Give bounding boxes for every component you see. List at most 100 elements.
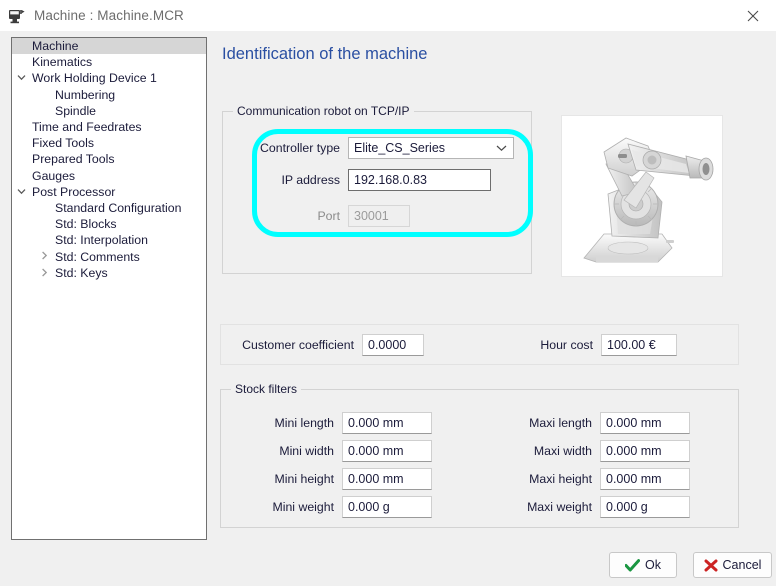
sidebar-item-label: Std: Keys bbox=[53, 266, 108, 280]
ok-button-label: Ok bbox=[645, 558, 661, 572]
maxi-length-value: 0.000 mm bbox=[606, 416, 662, 430]
sidebar-item-machine[interactable]: Machine bbox=[12, 38, 206, 54]
communication-group-legend: Communication robot on TCP/IP bbox=[233, 104, 414, 118]
title-bar: Machine : Machine.MCR bbox=[0, 0, 776, 31]
controller-type-row: Controller type Elite_CS_Series bbox=[250, 137, 514, 159]
sidebar-item-gauges[interactable]: Gauges bbox=[12, 168, 206, 184]
mini-length-input[interactable]: 0.000 mm bbox=[342, 412, 432, 434]
customer-coefficient-label: Customer coefficient bbox=[240, 338, 362, 352]
ip-address-row: IP address 192.168.0.83 bbox=[250, 169, 491, 191]
machine-icon bbox=[8, 7, 26, 25]
sidebar-item-work-holding-device-1[interactable]: Work Holding Device 1 bbox=[12, 70, 206, 86]
sidebar-item-prepared-tools[interactable]: Prepared Tools bbox=[12, 151, 206, 167]
ip-address-input[interactable]: 192.168.0.83 bbox=[348, 169, 491, 191]
mini-length-row: Mini length 0.000 mm bbox=[267, 412, 432, 434]
mini-weight-input[interactable]: 0.000 g bbox=[342, 496, 432, 518]
hour-cost-row: Hour cost 100.00 € bbox=[537, 334, 677, 356]
controller-type-label: Controller type bbox=[250, 141, 348, 155]
sidebar-item-label: Spindle bbox=[53, 104, 96, 118]
maxi-weight-label: Maxi weight bbox=[525, 500, 600, 514]
sidebar-item-label: Kinematics bbox=[30, 55, 92, 69]
page-title: Identification of the machine bbox=[222, 45, 765, 64]
sidebar-item-label: Numbering bbox=[53, 88, 115, 102]
communication-group: Communication robot on TCP/IP bbox=[222, 111, 532, 274]
sidebar-item-label: Std: Comments bbox=[53, 250, 140, 264]
hour-cost-value: 100.00 € bbox=[607, 338, 656, 352]
window-title: Machine : Machine.MCR bbox=[34, 8, 184, 23]
ip-address-value: 192.168.0.83 bbox=[354, 173, 427, 187]
maxi-weight-value: 0.000 g bbox=[606, 500, 648, 514]
maxi-height-value: 0.000 mm bbox=[606, 472, 662, 486]
chevron-right-icon[interactable] bbox=[35, 268, 53, 278]
mini-length-value: 0.000 mm bbox=[348, 416, 404, 430]
customer-coefficient-row: Customer coefficient 0.0000 bbox=[240, 334, 424, 356]
mini-height-row: Mini height0.000 mm bbox=[267, 468, 432, 490]
mini-height-input[interactable]: 0.000 mm bbox=[342, 468, 432, 490]
maxi-height-input[interactable]: 0.000 mm bbox=[600, 468, 690, 490]
sidebar-item-fixed-tools[interactable]: Fixed Tools bbox=[12, 135, 206, 151]
hour-cost-label: Hour cost bbox=[537, 338, 601, 352]
sidebar-item-std-interpolation[interactable]: Std: Interpolation bbox=[12, 232, 206, 248]
sidebar-item-label: Standard Configuration bbox=[53, 201, 181, 215]
sidebar-item-label: Gauges bbox=[30, 169, 75, 183]
mini-weight-row: Mini weight0.000 g bbox=[267, 496, 432, 518]
navigation-tree[interactable]: Machine Kinematics Work Holding Device 1 Nu… bbox=[11, 37, 207, 540]
ok-button[interactable]: Ok bbox=[609, 552, 677, 578]
content-pane: Identification of the machine Communicat… bbox=[217, 37, 765, 537]
sidebar-item-time-and-feedrates[interactable]: Time and Feedrates bbox=[12, 119, 206, 135]
maxi-weight-input[interactable]: 0.000 g bbox=[600, 496, 690, 518]
stock-filters-legend: Stock filters bbox=[231, 382, 301, 396]
sidebar-item-label: Std: Interpolation bbox=[53, 233, 148, 247]
cancel-button-label: Cancel bbox=[723, 558, 762, 572]
controller-type-select[interactable]: Elite_CS_Series bbox=[348, 137, 514, 159]
mini-height-label: Mini height bbox=[267, 472, 342, 486]
sidebar-item-label: Machine bbox=[30, 39, 78, 53]
maxi-weight-row: Maxi weight 0.000 g bbox=[525, 496, 690, 518]
mini-weight-label: Mini weight bbox=[267, 500, 342, 514]
check-icon bbox=[625, 559, 640, 572]
port-value: 30001 bbox=[354, 209, 389, 223]
sidebar-item-std-keys[interactable]: Std: Keys bbox=[12, 265, 206, 281]
mini-width-row: Mini width 0.000 mm bbox=[267, 440, 432, 462]
mini-width-input[interactable]: 0.000 mm bbox=[342, 440, 432, 462]
sidebar-item-label: Post Processor bbox=[30, 185, 115, 199]
sidebar-item-label: Work Holding Device 1 bbox=[30, 71, 157, 85]
sidebar-item-label: Fixed Tools bbox=[30, 136, 94, 150]
customer-coefficient-input[interactable]: 0.0000 bbox=[362, 334, 424, 356]
sidebar-item-numbering[interactable]: Numbering bbox=[12, 87, 206, 103]
sidebar-item-standard-configuration[interactable]: Standard Configuration bbox=[12, 200, 206, 216]
maxi-length-row: Maxi length 0.000 mm bbox=[525, 412, 690, 434]
maxi-width-label: Maxi width bbox=[525, 444, 600, 458]
sidebar-item-label: Prepared Tools bbox=[30, 152, 115, 166]
maxi-height-label: Maxi height bbox=[525, 472, 600, 486]
cross-icon bbox=[704, 559, 718, 572]
customer-coefficient-value: 0.0000 bbox=[368, 338, 406, 352]
chevron-down-icon[interactable] bbox=[12, 187, 30, 197]
robot-arm-photo bbox=[561, 115, 723, 277]
maxi-width-input[interactable]: 0.000 mm bbox=[600, 440, 690, 462]
mini-width-label: Mini width bbox=[267, 444, 342, 458]
chevron-down-icon bbox=[496, 144, 507, 152]
close-icon[interactable] bbox=[730, 0, 776, 31]
sidebar-item-spindle[interactable]: Spindle bbox=[12, 103, 206, 119]
ip-address-label: IP address bbox=[250, 173, 348, 187]
cancel-button[interactable]: Cancel bbox=[693, 552, 772, 578]
controller-type-value: Elite_CS_Series bbox=[354, 141, 445, 155]
port-input: 30001 bbox=[348, 205, 410, 227]
mini-length-label: Mini length bbox=[267, 416, 342, 430]
maxi-width-value: 0.000 mm bbox=[606, 444, 662, 458]
sidebar-item-std-comments[interactable]: Std: Comments bbox=[12, 248, 206, 264]
sidebar-item-std-blocks[interactable]: Std: Blocks bbox=[12, 216, 206, 232]
maxi-length-label: Maxi length bbox=[525, 416, 600, 430]
chevron-down-icon[interactable] bbox=[12, 73, 30, 83]
sidebar-item-post-processor[interactable]: Post Processor bbox=[12, 184, 206, 200]
mini-width-value: 0.000 mm bbox=[348, 444, 404, 458]
chevron-right-icon[interactable] bbox=[35, 251, 53, 261]
sidebar-item-label: Std: Blocks bbox=[53, 217, 117, 231]
maxi-length-input[interactable]: 0.000 mm bbox=[600, 412, 690, 434]
hour-cost-input[interactable]: 100.00 € bbox=[601, 334, 677, 356]
sidebar-item-kinematics[interactable]: Kinematics bbox=[12, 54, 206, 70]
machine-dialog: Machine : Machine.MCR Machine Kinematics W… bbox=[0, 0, 776, 586]
port-row: Port 30001 bbox=[250, 205, 410, 227]
sidebar-item-label: Time and Feedrates bbox=[30, 120, 142, 134]
